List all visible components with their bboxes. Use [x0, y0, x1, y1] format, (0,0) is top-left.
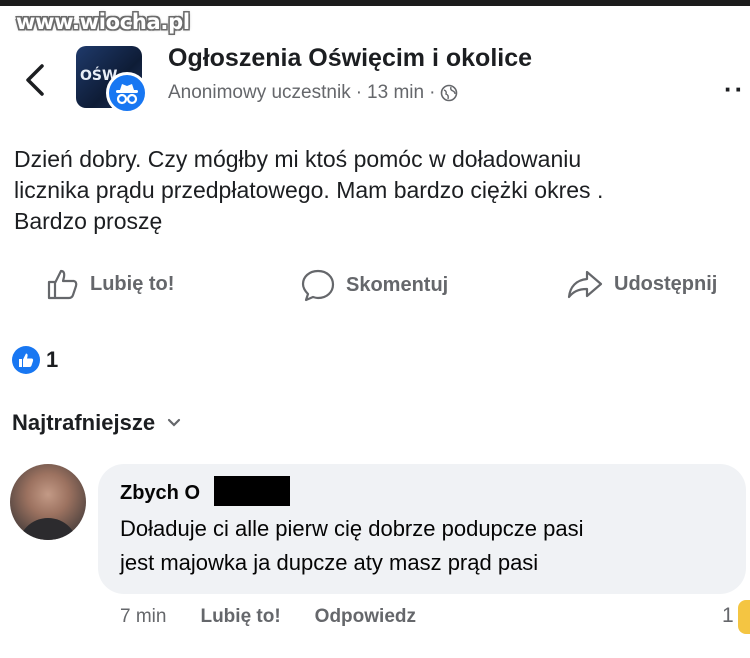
chevron-down-icon	[167, 415, 181, 431]
avatar-shirt	[18, 518, 78, 540]
reaction-summary[interactable]: 1	[12, 346, 58, 374]
share-icon	[567, 270, 603, 299]
comment-text: Doładuje ci alle pierw cię dobrze podupc…	[120, 512, 584, 580]
thumbs-up-icon	[47, 269, 78, 300]
like-reaction-icon	[12, 346, 40, 374]
post-time[interactable]: 13 min	[367, 82, 424, 104]
back-arrow-icon[interactable]	[20, 62, 50, 98]
share-label: Udostępnij	[614, 272, 718, 295]
sort-label: Najtrafniejsze	[12, 410, 156, 435]
redaction-box	[214, 476, 290, 506]
comment-line: Doładuje ci alle pierw cię dobrze podupc…	[120, 516, 584, 541]
reaction-count: 1	[46, 347, 59, 372]
comment-label: Skomentuj	[346, 273, 449, 296]
like-button[interactable]: Lubię to!	[46, 268, 174, 300]
post-line: licznika prądu przedpłatowego. Mam bardz…	[14, 177, 604, 203]
watermark: www.wiocha.pl	[16, 10, 190, 34]
commenter-avatar[interactable]	[10, 464, 86, 540]
author-label: Anonimowy uczestnik	[168, 82, 351, 103]
comment-reply-button[interactable]: Odpowiedz	[315, 606, 416, 628]
anonymous-icon	[106, 72, 148, 114]
comment-actions: 7 min Lubię to! Odpowiedz	[120, 606, 416, 628]
meta-separator-2: ·	[429, 82, 436, 103]
group-name[interactable]: Ogłoszenia Oświęcim i okolice	[168, 44, 532, 73]
comment-button[interactable]: Skomentuj	[300, 268, 448, 302]
comment-sort-dropdown[interactable]: Najtrafniejsze	[12, 410, 181, 436]
like-label: Lubię to!	[90, 272, 175, 295]
comment-icon	[301, 269, 335, 302]
share-button[interactable]: Udostępnij	[566, 268, 717, 300]
post-line: Bardzo proszę	[14, 208, 163, 234]
comment-like-button[interactable]: Lubię to!	[200, 606, 280, 628]
comment-line: jest majowka ja dupcze aty masz prąd pas…	[120, 550, 539, 575]
comment-time[interactable]: 7 min	[120, 606, 166, 628]
top-edge-bar	[0, 0, 750, 6]
post-line: Dzień dobry. Czy mógłby mi ktoś pomóc w …	[14, 146, 582, 172]
comment-reaction-icon	[738, 600, 750, 634]
post-text: Dzień dobry. Czy mógłby mi ktoś pomóc w …	[14, 144, 744, 237]
meta-separator: ·	[355, 82, 363, 103]
more-icon[interactable]: ··	[724, 74, 745, 105]
commenter-name[interactable]: Zbych O	[120, 482, 200, 505]
globe-icon	[440, 84, 458, 102]
comment-reaction-count[interactable]: 1	[722, 604, 734, 628]
post-meta: Anonimowy uczestnik · 13 min ·	[168, 82, 458, 104]
